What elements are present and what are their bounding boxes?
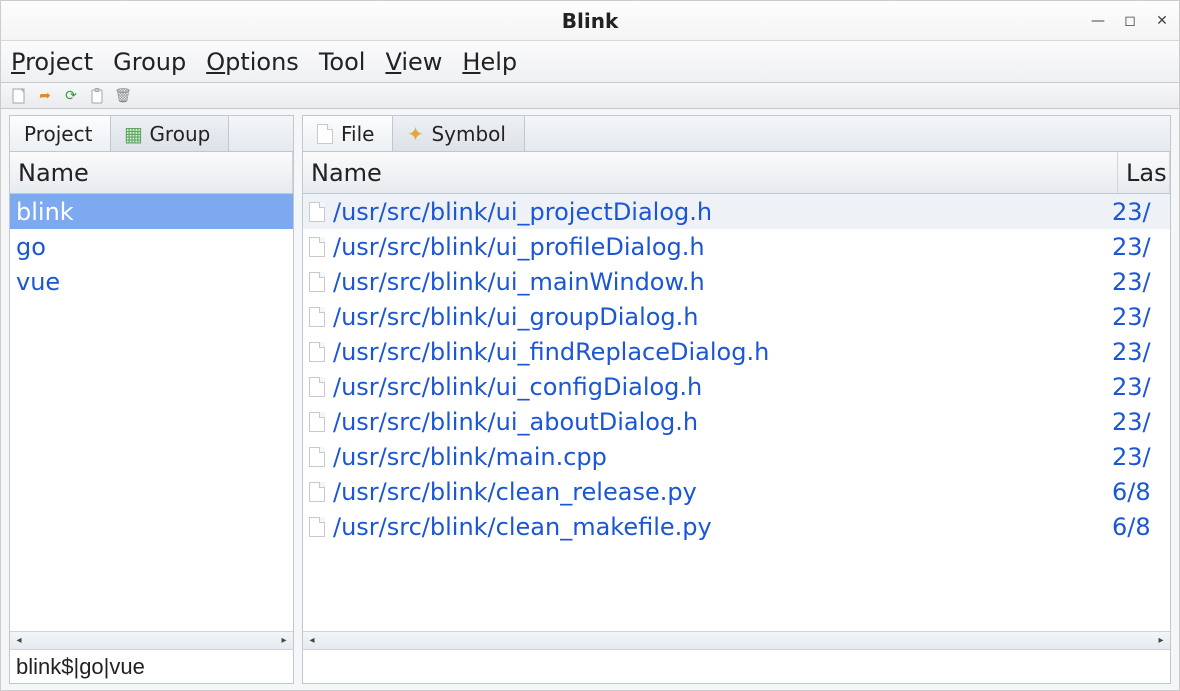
file-date: 23/	[1112, 233, 1164, 261]
file-list-row[interactable]: /usr/src/blink/ui_configDialog.h23/	[303, 369, 1170, 404]
menu-view[interactable]: View	[385, 48, 442, 76]
open-arrow-icon[interactable]: ➦	[37, 88, 53, 104]
menu-bar: Project Group Options Tool View Help	[1, 41, 1179, 83]
file-icon	[309, 482, 325, 502]
file-path: /usr/src/blink/ui_projectDialog.h	[333, 198, 1112, 226]
tab-symbol[interactable]: ✦ Symbol	[393, 116, 525, 151]
tab-file[interactable]: File	[303, 116, 393, 151]
file-list-row[interactable]: /usr/src/blink/ui_projectDialog.h23/	[303, 194, 1170, 229]
left-tabs: Project ▦ Group	[10, 116, 293, 152]
tab-project-label: Project	[24, 122, 92, 146]
tab-project[interactable]: Project	[10, 116, 111, 151]
file-date: 6/8	[1112, 513, 1164, 541]
file-path: /usr/src/blink/main.cpp	[333, 443, 1112, 471]
trash-icon[interactable]: 🗑	[115, 88, 131, 104]
file-list: /usr/src/blink/ui_projectDialog.h23//usr…	[303, 194, 1170, 631]
close-button[interactable]: ✕	[1155, 13, 1169, 29]
file-icon	[309, 412, 325, 432]
file-path: /usr/src/blink/ui_mainWindow.h	[333, 268, 1112, 296]
toolbar: ➦ ⟳ 🗑	[1, 83, 1179, 109]
window-buttons: — ◻ ✕	[1091, 13, 1169, 29]
file-date: 23/	[1112, 268, 1164, 296]
main-area: Project ▦ Group Name blinkgovue ◂ ▸ File	[1, 109, 1179, 690]
scroll-right-icon[interactable]: ▸	[277, 635, 291, 646]
symbol-icon: ✦	[407, 126, 423, 142]
clipboard-icon[interactable]	[89, 88, 105, 104]
file-date: 23/	[1112, 443, 1164, 471]
file-date: 23/	[1112, 303, 1164, 331]
file-path: /usr/src/blink/ui_groupDialog.h	[333, 303, 1112, 331]
file-list-row[interactable]: /usr/src/blink/ui_findReplaceDialog.h23/	[303, 334, 1170, 369]
file-path: /usr/src/blink/ui_profileDialog.h	[333, 233, 1112, 261]
window-title: Blink	[562, 9, 619, 33]
menu-project[interactable]: Project	[11, 48, 93, 76]
tab-group[interactable]: ▦ Group	[111, 116, 229, 151]
file-path: /usr/src/blink/clean_makefile.py	[333, 513, 1112, 541]
refresh-icon[interactable]: ⟳	[63, 88, 79, 104]
file-icon	[309, 447, 325, 467]
left-column-header: Name	[10, 152, 293, 194]
file-icon	[309, 237, 325, 257]
scroll-right-icon[interactable]: ▸	[1154, 635, 1168, 646]
file-icon	[309, 307, 325, 327]
titlebar: Blink — ◻ ✕	[1, 1, 1179, 41]
left-panel: Project ▦ Group Name blinkgovue ◂ ▸	[9, 115, 294, 684]
file-date: 23/	[1112, 198, 1164, 226]
project-list-item[interactable]: blink	[10, 194, 293, 229]
left-hscroll[interactable]: ◂ ▸	[10, 631, 293, 649]
file-filter-input[interactable]	[303, 650, 1170, 683]
project-filter-input[interactable]	[10, 650, 293, 683]
menu-options[interactable]: Options	[206, 48, 299, 76]
file-path: /usr/src/blink/ui_aboutDialog.h	[333, 408, 1112, 436]
file-icon	[317, 126, 333, 142]
file-icon	[309, 517, 325, 537]
minimize-button[interactable]: —	[1091, 13, 1105, 29]
tab-group-label: Group	[149, 122, 210, 146]
left-filter	[10, 649, 293, 683]
file-list-row[interactable]: /usr/src/blink/ui_mainWindow.h23/	[303, 264, 1170, 299]
menu-help[interactable]: Help	[462, 48, 517, 76]
file-list-row[interactable]: /usr/src/blink/ui_groupDialog.h23/	[303, 299, 1170, 334]
right-column-header: Name Las	[303, 152, 1170, 194]
file-date: 23/	[1112, 373, 1164, 401]
right-tabs: File ✦ Symbol	[303, 116, 1170, 152]
project-list: blinkgovue	[10, 194, 293, 631]
file-list-row[interactable]: /usr/src/blink/clean_makefile.py6/8	[303, 509, 1170, 544]
menu-tool[interactable]: Tool	[319, 48, 366, 76]
file-list-row[interactable]: /usr/src/blink/ui_profileDialog.h23/	[303, 229, 1170, 264]
file-icon	[309, 377, 325, 397]
file-date: 23/	[1112, 408, 1164, 436]
right-filter	[303, 649, 1170, 683]
new-file-icon[interactable]	[11, 88, 27, 104]
file-path: /usr/src/blink/clean_release.py	[333, 478, 1112, 506]
file-path: /usr/src/blink/ui_findReplaceDialog.h	[333, 338, 1112, 366]
scroll-left-icon[interactable]: ◂	[305, 635, 319, 646]
tab-file-label: File	[341, 122, 374, 146]
menu-group[interactable]: Group	[113, 48, 186, 76]
project-list-item[interactable]: go	[10, 229, 293, 264]
right-hscroll[interactable]: ◂ ▸	[303, 631, 1170, 649]
file-date: 23/	[1112, 338, 1164, 366]
col-last[interactable]: Las	[1118, 152, 1170, 193]
maximize-button[interactable]: ◻	[1123, 13, 1137, 29]
col-name[interactable]: Name	[303, 152, 1118, 193]
file-list-row[interactable]: /usr/src/blink/clean_release.py6/8	[303, 474, 1170, 509]
file-list-row[interactable]: /usr/src/blink/ui_aboutDialog.h23/	[303, 404, 1170, 439]
right-panel: File ✦ Symbol Name Las /usr/src/blink/ui…	[302, 115, 1171, 684]
col-name[interactable]: Name	[10, 152, 293, 193]
grid-icon: ▦	[125, 126, 141, 142]
scroll-left-icon[interactable]: ◂	[12, 635, 26, 646]
file-path: /usr/src/blink/ui_configDialog.h	[333, 373, 1112, 401]
file-icon	[309, 342, 325, 362]
tab-symbol-label: Symbol	[431, 122, 506, 146]
file-icon	[309, 202, 325, 222]
project-list-item[interactable]: vue	[10, 264, 293, 299]
file-list-row[interactable]: /usr/src/blink/main.cpp23/	[303, 439, 1170, 474]
file-icon	[309, 272, 325, 292]
file-date: 6/8	[1112, 478, 1164, 506]
